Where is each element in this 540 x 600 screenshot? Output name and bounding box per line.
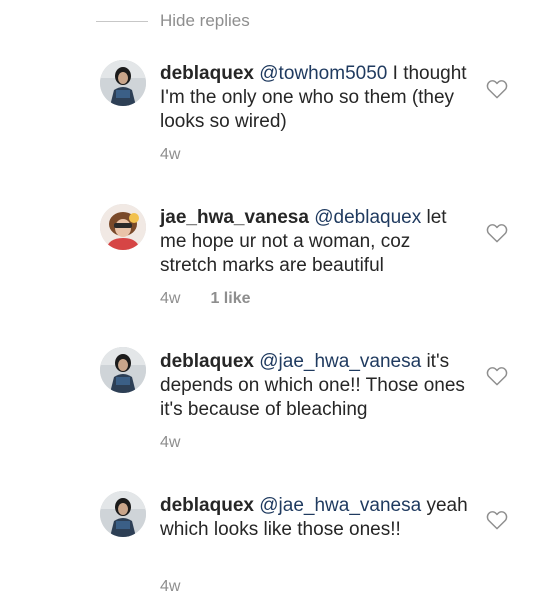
comment-text: deblaquex @jae_hwa_vanesa yeah which loo… bbox=[160, 494, 470, 542]
comment-username[interactable]: deblaquex bbox=[160, 63, 254, 84]
comment-meta: 4w bbox=[160, 146, 180, 164]
comment-meta: 4w bbox=[160, 578, 180, 596]
avatar[interactable] bbox=[100, 204, 146, 250]
profile-photo-icon bbox=[100, 347, 146, 393]
like-button[interactable] bbox=[486, 510, 508, 530]
profile-photo-icon bbox=[100, 60, 146, 106]
comment-mention[interactable]: @deblaquex bbox=[314, 207, 421, 228]
like-count-button[interactable]: 1 like bbox=[210, 290, 250, 308]
heart-outline-icon bbox=[486, 224, 508, 243]
comment-meta: 4w bbox=[160, 434, 180, 452]
avatar[interactable] bbox=[100, 491, 146, 537]
comment-text: deblaquex @jae_hwa_vanesa it's depends o… bbox=[160, 350, 470, 422]
comment-username[interactable]: deblaquex bbox=[160, 495, 254, 516]
comment-text: jae_hwa_vanesa @deblaquex let me hope ur… bbox=[160, 206, 470, 278]
comment-text: deblaquex @towhom5050 I thought I'm the … bbox=[160, 62, 470, 134]
comment-timestamp: 4w bbox=[160, 146, 181, 163]
comment-mention[interactable]: @jae_hwa_vanesa bbox=[259, 351, 421, 372]
comment-username[interactable]: jae_hwa_vanesa bbox=[160, 207, 309, 228]
hide-replies-button[interactable]: Hide replies bbox=[160, 11, 250, 31]
heart-outline-icon bbox=[486, 367, 508, 386]
avatar[interactable] bbox=[100, 347, 146, 393]
hide-replies-row[interactable]: Hide replies bbox=[96, 8, 250, 34]
like-button[interactable] bbox=[486, 366, 508, 386]
comment-mention[interactable]: @towhom5050 bbox=[259, 63, 387, 84]
like-button[interactable] bbox=[486, 223, 508, 243]
heart-outline-icon bbox=[486, 511, 508, 530]
avatar[interactable] bbox=[100, 60, 146, 106]
comment-timestamp: 4w bbox=[160, 290, 181, 307]
like-button[interactable] bbox=[486, 79, 508, 99]
profile-photo-icon bbox=[100, 491, 146, 537]
comment-timestamp: 4w bbox=[160, 578, 181, 595]
comment-meta: 4w 1 like bbox=[160, 290, 250, 308]
comment-timestamp: 4w bbox=[160, 434, 181, 451]
thread-divider-line bbox=[96, 20, 148, 22]
heart-outline-icon bbox=[486, 80, 508, 99]
profile-photo-icon bbox=[100, 204, 146, 250]
comment-mention[interactable]: @jae_hwa_vanesa bbox=[259, 495, 421, 516]
comment-username[interactable]: deblaquex bbox=[160, 351, 254, 372]
